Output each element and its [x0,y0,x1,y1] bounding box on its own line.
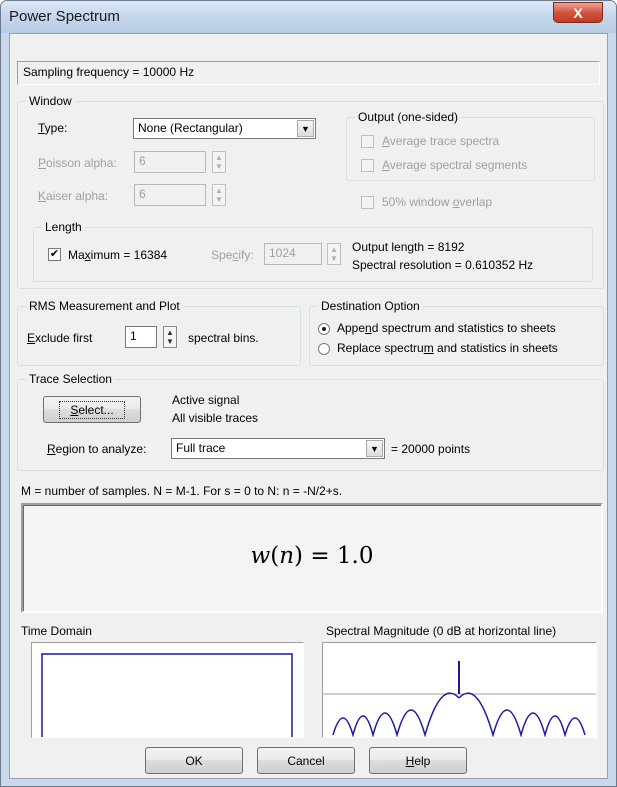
output-length-text: Output length = 8192 [352,240,465,254]
specify-length-input[interactable]: 1024 [264,243,322,265]
spin-down-icon: ▼ [330,254,338,263]
time-domain-svg [41,653,293,737]
output-group-label: Output (one-sided) [355,110,462,124]
average-trace-label: Average trace spectra [382,134,500,148]
append-radio[interactable] [318,323,330,335]
formula-note: M = number of samples. N = M-1. For s = … [21,484,343,498]
spin-down-icon: ▼ [215,162,223,171]
cancel-button-label: Cancel [287,753,325,768]
append-label: Append spectrum and statistics to sheets [337,321,556,335]
select-button-label: Select... [59,400,125,419]
window-overlap-checkbox[interactable] [361,196,374,209]
visible-traces-text: All visible traces [172,411,259,425]
average-segments-label: Average spectral segments [382,158,528,172]
region-label: Region to analyze: [47,442,147,456]
select-button[interactable]: Select... [43,396,141,423]
kaiser-alpha-input[interactable]: 6 [134,184,206,206]
destination-group: Destination Option [309,299,604,366]
poisson-alpha-spinner[interactable]: ▲ ▼ [212,151,226,173]
active-signal-text: Active signal [172,393,240,407]
window-formula: w(n) = 1.0 [250,543,374,569]
rms-group-label: RMS Measurement and Plot [26,299,183,313]
window-title: Power Spectrum [9,8,120,25]
spin-up-icon: ▲ [330,245,338,254]
time-domain-plot [31,642,304,738]
window-type-value: None (Rectangular) [138,121,243,135]
replace-radio[interactable] [318,343,330,355]
sampling-frequency-text: Sampling frequency = 10000 Hz [23,65,195,79]
time-domain-label: Time Domain [21,624,92,638]
replace-label: Replace spectrum and statistics in sheet… [337,341,558,355]
time-domain-trace [41,653,293,737]
average-trace-checkbox[interactable] [361,135,374,148]
region-select[interactable]: Full trace ▼ [171,438,385,459]
destination-group-label: Destination Option [318,299,423,313]
poisson-alpha-value: 6 [139,154,146,168]
exclude-first-label: Exclude first [27,331,93,345]
specify-label: Specify: [211,248,254,262]
kaiser-alpha-value: 6 [139,187,146,201]
poisson-alpha-input[interactable]: 6 [134,151,206,173]
average-segments-checkbox[interactable] [361,159,374,172]
length-group-label: Length [42,220,85,234]
help-button-label: Help [405,753,431,768]
exclude-bins-value: 1 [130,329,137,343]
spectral-magnitude-plot [322,642,597,738]
trace-selection-label: Trace Selection [26,372,115,386]
poisson-alpha-label: Poisson alpha: [38,156,117,170]
help-button[interactable]: Help [369,747,467,774]
kaiser-alpha-spinner[interactable]: ▲ ▼ [212,184,226,206]
cancel-button[interactable]: Cancel [257,747,355,774]
chevron-down-icon[interactable]: ▼ [366,440,383,457]
spectral-lobes-left [332,692,460,737]
spectral-bins-label: spectral bins. [188,331,259,345]
close-icon: X [573,4,583,21]
spin-up-icon: ▲ [166,328,174,337]
spin-up-icon: ▲ [215,186,223,195]
spin-up-icon: ▲ [215,153,223,162]
window-type-select[interactable]: None (Rectangular) ▼ [133,118,316,139]
ok-button-label: OK [185,753,203,768]
points-text: = 20000 points [391,442,471,456]
kaiser-alpha-label: Kaiser alpha: [38,189,109,203]
spin-down-icon: ▼ [166,337,174,346]
region-value: Full trace [176,441,226,455]
specify-length-spinner[interactable]: ▲ ▼ [327,243,341,265]
exclude-bins-spinner[interactable]: ▲ ▼ [163,326,177,348]
specify-length-value: 1024 [269,246,296,260]
maximum-checkbox[interactable]: ✔ [48,248,61,261]
spectral-magnitude-svg [323,661,596,737]
type-label: Type: [38,121,68,135]
window-group-label: Window [26,94,75,108]
spectral-lobes-right [458,692,586,737]
spectral-magnitude-label: Spectral Magnitude (0 dB at horizontal l… [326,624,557,638]
maximum-label: Maximum = 16384 [68,248,168,262]
chevron-down-icon[interactable]: ▼ [297,120,314,137]
exclude-bins-input[interactable]: 1 [125,326,157,348]
window-overlap-label: 50% window overlap [382,195,493,209]
close-button[interactable]: X [553,2,603,23]
ok-button[interactable]: OK [145,747,243,774]
check-icon: ✔ [49,248,60,260]
spectral-resolution-text: Spectral resolution = 0.610352 Hz [352,258,534,272]
formula-display: w(n) = 1.0 [21,503,603,613]
spin-down-icon: ▼ [215,195,223,204]
